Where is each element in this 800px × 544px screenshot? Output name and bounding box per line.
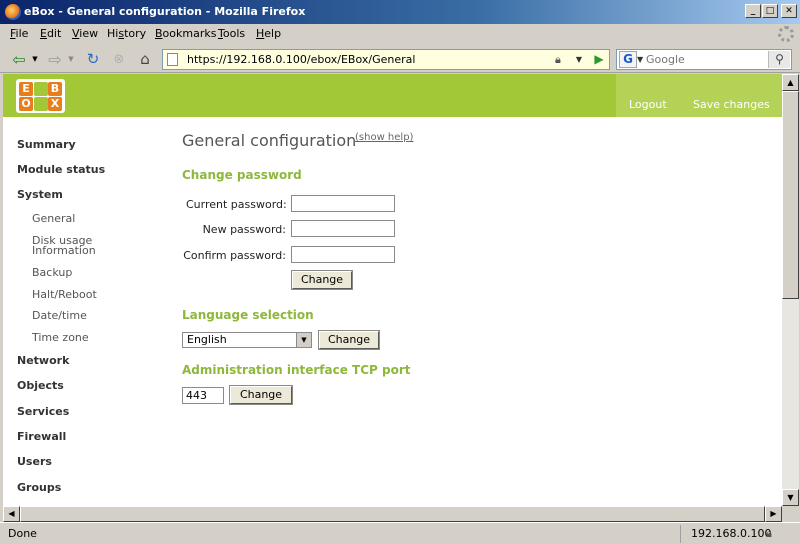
language-selection-heading: Language selection [182, 308, 314, 322]
logo-letter: X [48, 97, 62, 111]
page-title: General configuration [182, 131, 357, 150]
sidebar-subitem-backup[interactable]: Backup [32, 267, 72, 278]
logo-letter [34, 97, 48, 111]
new-password-field[interactable] [291, 220, 395, 237]
save-changes-link[interactable]: Save changes [680, 74, 782, 117]
forward-dropdown-icon[interactable]: ▼ [66, 50, 76, 68]
vertical-scroll-thumb[interactable] [782, 91, 799, 299]
change-password-heading: Change password [182, 168, 302, 182]
go-arrow-icon[interactable]: ▶ [591, 51, 607, 68]
sidebar-subitem-time-zone[interactable]: Time zone [32, 332, 89, 343]
chevron-down-icon[interactable]: ▼ [296, 333, 311, 347]
tcp-port-field[interactable] [182, 387, 224, 404]
menu-help[interactable]: Help [256, 27, 281, 40]
change-language-button[interactable]: Change [318, 330, 380, 350]
url-text[interactable]: https://192.168.0.100/ebox/EBox/General [187, 53, 415, 66]
search-icon[interactable]: ⚲ [768, 51, 790, 68]
throbber-icon [778, 26, 794, 42]
ebox-logo[interactable]: E B O X [16, 79, 65, 113]
maximize-button[interactable]: □ [762, 4, 778, 18]
sidebar-subitem-date-time[interactable]: Date/time [32, 310, 87, 321]
scroll-right-arrow-icon[interactable]: ▶ [765, 506, 782, 522]
logo-letter: O [19, 97, 33, 111]
forward-arrow-icon[interactable]: ⇨ [44, 50, 66, 69]
home-icon[interactable]: ⌂ [134, 50, 156, 68]
current-password-label: Current password: [186, 198, 287, 211]
menu-bookmarks[interactable]: Bookmarks [155, 27, 216, 40]
page-viewport: E B O X Logout Save changes Summary Modu… [3, 74, 782, 506]
tcp-port-heading: Administration interface TCP port [182, 363, 411, 377]
window-title-bar: eBox - General configuration - Mozilla F… [0, 0, 800, 24]
back-arrow-icon[interactable]: ⇦ [8, 50, 30, 69]
stop-icon[interactable]: ⊗ [108, 50, 130, 68]
sidebar-item-summary[interactable]: Summary [17, 138, 76, 151]
menu-tools[interactable]: Tools [218, 27, 245, 40]
show-help-link[interactable]: (show help) [355, 132, 413, 143]
minimize-button[interactable]: _ [745, 4, 761, 18]
menu-edit[interactable]: Edit [40, 27, 61, 40]
back-dropdown-icon[interactable]: ▼ [30, 50, 40, 68]
language-selected-value: English [187, 333, 227, 346]
horizontal-scrollbar[interactable]: ◀ ▶ [3, 506, 782, 522]
scroll-left-arrow-icon[interactable]: ◀ [3, 506, 20, 522]
sidebar-subitem-general[interactable]: General [32, 213, 75, 224]
menu-bar: File Edit View History Bookmarks Tools H… [0, 24, 800, 45]
sidebar-item-network[interactable]: Network [17, 354, 69, 367]
logout-link[interactable]: Logout [616, 74, 680, 117]
horizontal-scroll-thumb[interactable] [20, 506, 765, 522]
logo-letter: B [48, 82, 62, 96]
menu-history[interactable]: History [107, 27, 146, 40]
close-button[interactable]: ✕ [781, 4, 797, 18]
current-password-field[interactable] [291, 195, 395, 212]
status-host: 192.168.0.100 [691, 527, 772, 540]
menu-file[interactable]: File [10, 27, 28, 40]
scroll-down-arrow-icon[interactable]: ▼ [782, 489, 799, 506]
ebox-header: E B O X Logout Save changes [3, 74, 782, 117]
sidebar-item-firewall[interactable]: Firewall [17, 430, 66, 443]
engine-dropdown-icon[interactable]: ▼ [637, 51, 643, 68]
sidebar-item-objects[interactable]: Objects [17, 379, 64, 392]
url-dropdown-icon[interactable]: ▼ [571, 52, 587, 67]
sidebar-item-services[interactable]: Services [17, 405, 69, 418]
status-bar: Done 192.168.0.100 🔒︎ [0, 522, 800, 544]
change-port-button[interactable]: Change [229, 385, 293, 405]
language-select[interactable]: English ▼ [182, 332, 312, 348]
window-title: eBox - General configuration - Mozilla F… [24, 5, 306, 18]
sidebar-subitem-information[interactable]: Information [32, 245, 96, 256]
change-password-button[interactable]: Change [291, 270, 353, 290]
status-text: Done [8, 527, 37, 540]
new-password-label: New password: [202, 223, 286, 236]
search-input[interactable] [644, 51, 764, 68]
sidebar-item-module-status[interactable]: Module status [17, 163, 105, 176]
vertical-scrollbar[interactable]: ▲ ▼ [782, 74, 799, 506]
search-bar[interactable]: G ▼ ⚲ [616, 49, 792, 70]
lock-icon[interactable]: 🔒︎ [555, 53, 561, 67]
confirm-password-field[interactable] [291, 246, 395, 263]
logo-letter [34, 82, 48, 96]
scroll-up-arrow-icon[interactable]: ▲ [782, 74, 799, 91]
sidebar-item-users[interactable]: Users [17, 455, 52, 468]
sidebar-item-system[interactable]: System [17, 188, 63, 201]
page-icon [167, 53, 178, 66]
firefox-icon [5, 4, 21, 20]
sidebar-subitem-halt-reboot[interactable]: Halt/Reboot [32, 289, 97, 300]
google-engine-icon[interactable]: G [619, 51, 637, 68]
sidebar-item-groups[interactable]: Groups [17, 481, 61, 494]
logo-letter: E [19, 82, 33, 96]
reload-icon[interactable]: ↻ [82, 50, 104, 68]
confirm-password-label: Confirm password: [183, 249, 286, 262]
status-host-panel: 192.168.0.100 🔒︎ [680, 525, 800, 543]
lock-icon[interactable]: 🔒︎ [766, 527, 772, 541]
url-bar[interactable]: https://192.168.0.100/ebox/EBox/General … [162, 49, 610, 70]
menu-view[interactable]: View [72, 27, 98, 40]
